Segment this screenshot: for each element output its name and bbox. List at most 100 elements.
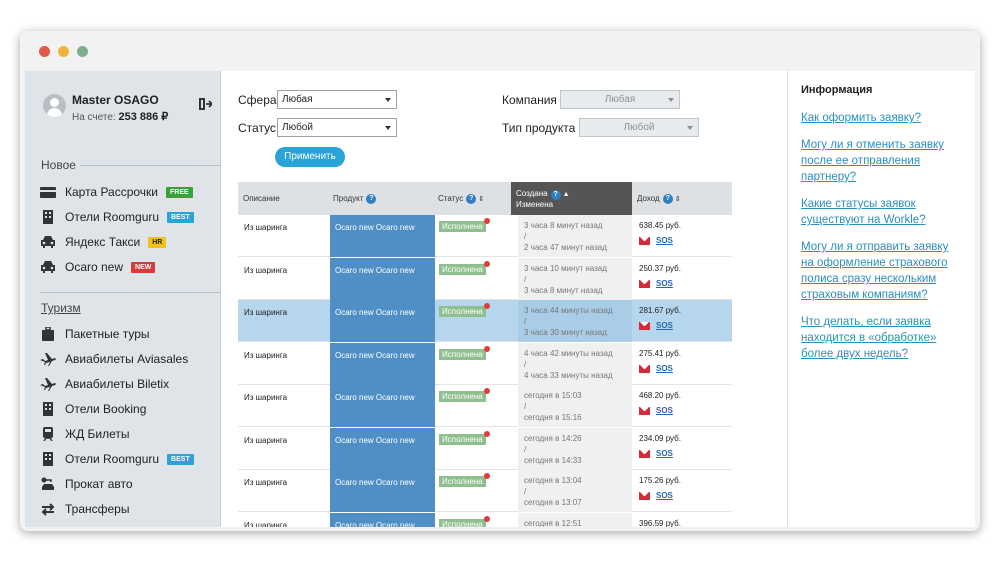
close-window-button[interactable]	[39, 46, 50, 57]
row-product[interactable]: Ocaro new Ocaro new	[330, 257, 435, 300]
faq-link[interactable]: Что делать, если заявка находится в «обр…	[801, 314, 961, 362]
changed-time: 4 часа 33 минуты назад	[524, 370, 613, 380]
car-icon	[41, 236, 55, 248]
header-label: Доход	[637, 194, 660, 203]
minimize-window-button[interactable]	[58, 46, 69, 57]
mail-icon[interactable]	[639, 279, 650, 288]
sort-icon[interactable]: ⇕	[675, 195, 681, 203]
faq-link[interactable]: Могу ли я отправить заявку на оформление…	[801, 239, 961, 303]
sidebar-item-ocaro-new[interactable]: Ocaro new NEW	[40, 257, 156, 277]
table-row[interactable]: Из шаринга Ocaro new Ocaro new Исполнена се…	[238, 512, 732, 527]
avatar[interactable]	[43, 94, 66, 117]
sos-link[interactable]: SOS	[656, 321, 673, 330]
sidebar-item-transfers[interactable]: Трансферы	[40, 499, 129, 519]
column-header-description[interactable]: Описание	[243, 182, 280, 215]
mail-icon[interactable]	[639, 364, 650, 373]
table-row[interactable]: Из шаринга Ocaro new Ocaro new Исполнена се…	[238, 470, 732, 512]
table-row[interactable]: Из шаринга Ocaro new Ocaro new Исполнена се…	[238, 427, 732, 470]
column-header-created[interactable]: Создана? ▲ Изменена	[511, 182, 632, 215]
sos-link[interactable]: SOS	[656, 406, 673, 415]
status-badge: Исполнена	[439, 473, 490, 487]
sort-icon[interactable]: ⇕	[478, 195, 484, 203]
time-separator: /	[524, 317, 527, 326]
help-icon[interactable]: ?	[466, 193, 477, 204]
apply-button[interactable]: Применить	[275, 147, 345, 167]
sphere-select[interactable]: Любая	[277, 90, 397, 109]
row-product[interactable]: Ocaro new Ocaro new	[330, 512, 435, 527]
faq-link[interactable]: Как оформить заявку?	[801, 110, 961, 126]
sidebar-item-car-rental[interactable]: Прокат авто	[40, 474, 133, 494]
mail-icon[interactable]	[639, 492, 650, 500]
column-header-product[interactable]: Продукт?	[333, 182, 377, 215]
mail-icon[interactable]	[639, 407, 650, 415]
faq-link[interactable]: Какие статусы заявок существуют на Workl…	[801, 196, 961, 228]
sidebar-item-train-tickets[interactable]: ЖД Билеты	[40, 424, 130, 444]
help-icon[interactable]: ?	[366, 193, 377, 204]
changed-time: 3 часа 8 минут назад	[524, 285, 603, 295]
changed-time: сегодня в 13:07	[524, 498, 582, 507]
select-value: Любой	[282, 122, 313, 133]
row-status: Исполнена	[439, 388, 490, 402]
row-product[interactable]: Ocaro new Ocaro new	[330, 300, 435, 342]
sidebar-item-label: Ocaro new	[65, 260, 124, 274]
table-row[interactable]: Из шаринга Ocaro new Ocaro new Исполнена 3 …	[238, 215, 732, 257]
sidebar-item-booking[interactable]: Отели Booking	[40, 399, 146, 419]
changed-time: 3 часа 30 минут назад	[524, 328, 607, 337]
row-product[interactable]: Ocaro new Ocaro new	[330, 470, 435, 512]
sos-link[interactable]: SOS	[656, 491, 673, 500]
sos-link[interactable]: SOS	[656, 449, 673, 458]
faq-link[interactable]: Могу ли я отменить заявку после ее отпра…	[801, 137, 961, 185]
sos-link[interactable]: SOS	[656, 279, 673, 288]
sos-link[interactable]: SOS	[656, 364, 673, 373]
status-select[interactable]: Любой	[277, 118, 397, 137]
sidebar-item-installment-card[interactable]: Карта Рассрочки FREE	[40, 182, 193, 202]
company-select[interactable]: Любая	[560, 90, 680, 109]
table-row[interactable]: Из шаринга Ocaro new Ocaro new Исполнена 3 …	[238, 257, 732, 300]
column-header-status[interactable]: Статус? ⇕	[438, 182, 484, 215]
row-description: Из шаринга	[244, 478, 288, 487]
sidebar-item-aviasales[interactable]: Авиабилеты Aviasales	[40, 349, 188, 369]
sphere-label: Сфера	[238, 93, 277, 107]
row-status: Исполнена	[439, 473, 490, 487]
row-product[interactable]: Ocaro new Ocaro new	[330, 427, 435, 470]
sidebar-item-roomguru[interactable]: Отели Roomguru BEST	[40, 207, 194, 227]
table-row[interactable]: Из шаринга Ocaro new Ocaro new Исполнена се…	[238, 385, 732, 427]
created-time: 3 часа 44 минуты назад	[524, 306, 613, 315]
select-value: Любая	[604, 94, 636, 105]
table-row[interactable]: Из шаринга Ocaro new Ocaro new Исполнена 4 …	[238, 342, 732, 385]
changed-time: сегодня в 14:33	[524, 455, 582, 465]
section-title-tourism[interactable]: Туризм	[41, 301, 81, 315]
suitcase-icon	[42, 327, 54, 341]
mail-icon[interactable]	[639, 322, 650, 330]
row-product[interactable]: Ocaro new Ocaro new	[330, 215, 435, 257]
product-text: Ocaro new Ocaro new	[335, 435, 415, 445]
user-name[interactable]: Master OSAGO	[72, 93, 159, 107]
sidebar-item-roomguru-tourism[interactable]: Отели Roomguru BEST	[40, 449, 194, 469]
free-badge: FREE	[166, 186, 193, 198]
help-icon[interactable]: ?	[550, 189, 561, 200]
mail-icon[interactable]	[639, 237, 650, 245]
product-type-select[interactable]: Любой	[579, 118, 699, 137]
account-balance: На счете: 253 886 ₽	[72, 110, 168, 123]
row-description: Из шаринга	[244, 350, 288, 360]
maximize-window-button[interactable]	[77, 46, 88, 57]
product-type-label: Тип продукта	[502, 121, 576, 135]
title-bar	[20, 31, 980, 71]
best-badge: BEST	[167, 453, 194, 465]
row-product[interactable]: Ocaro new Ocaro new	[330, 342, 435, 385]
sidebar-item-biletix[interactable]: Авиабилеты Biletix	[40, 374, 169, 394]
sort-up-icon[interactable]: ▲	[563, 191, 570, 198]
column-header-income[interactable]: Доход? ⇕	[637, 182, 681, 215]
mail-icon[interactable]	[639, 449, 650, 458]
row-product[interactable]: Ocaro new Ocaro new	[330, 385, 435, 427]
table-row[interactable]: Из шаринга Ocaro new Ocaro new Исполнена 3 …	[238, 300, 732, 342]
sidebar-item-label: ЖД Билеты	[65, 427, 130, 441]
help-icon[interactable]: ?	[662, 193, 673, 204]
row-income: 281.67 руб.	[639, 306, 681, 315]
sos-link[interactable]: SOS	[656, 236, 673, 245]
sidebar-item-yandex-taxi[interactable]: Яндекс Такси HR	[40, 232, 167, 252]
time-separator: /	[524, 444, 527, 454]
sidebar-item-package-tours[interactable]: Пакетные туры	[40, 324, 150, 344]
car-rental-icon	[41, 477, 54, 490]
logout-icon[interactable]	[198, 97, 212, 111]
